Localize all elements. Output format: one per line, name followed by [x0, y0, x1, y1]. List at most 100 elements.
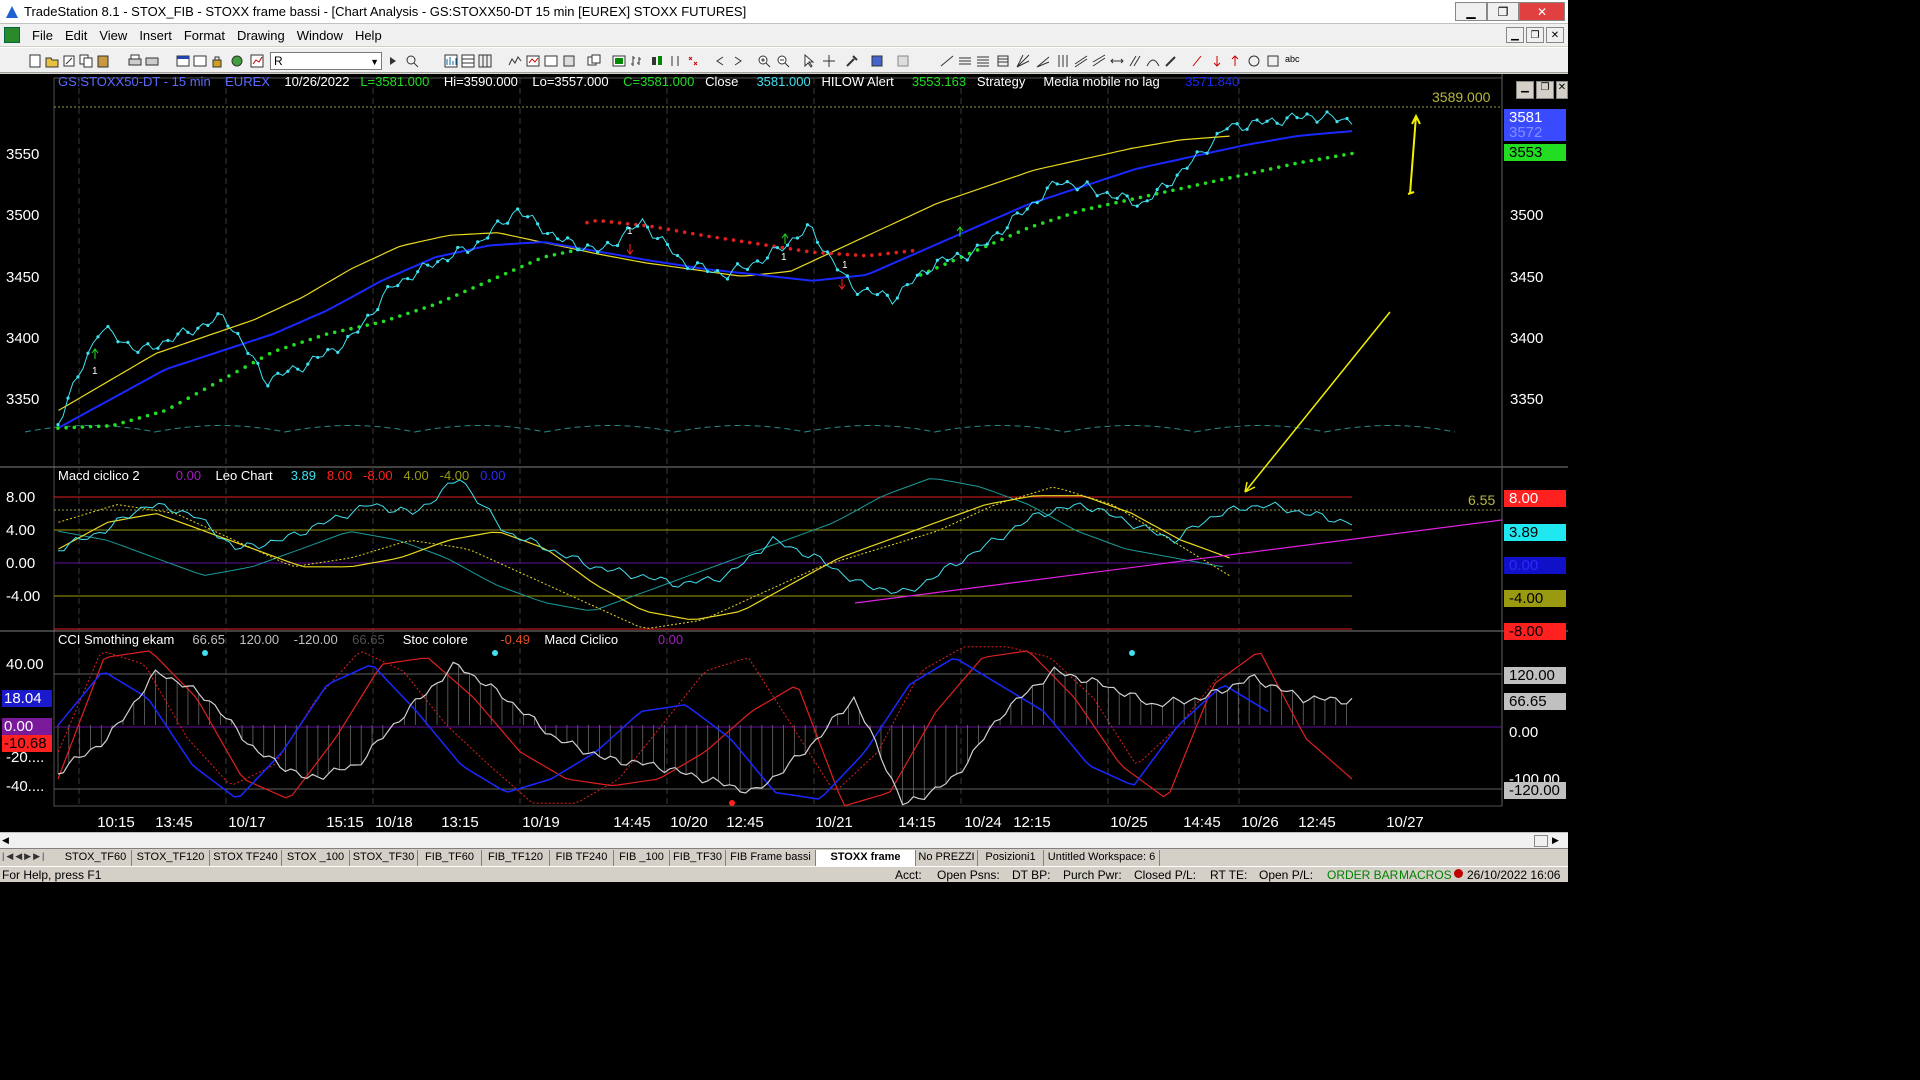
ohlc-icon[interactable]	[668, 54, 682, 68]
trendline-icon[interactable]	[940, 54, 954, 68]
fibonacci-icon[interactable]	[996, 54, 1010, 68]
menu-help[interactable]: Help	[349, 28, 388, 43]
workspace-tab[interactable]: STOX_TF120	[132, 850, 210, 866]
regression-channel-icon[interactable]	[1074, 54, 1088, 68]
workspace-tab[interactable]: Posizioni1	[978, 850, 1044, 866]
order-bar-button[interactable]: ORDER BAR	[1327, 868, 1398, 882]
workspace-tab[interactable]: STOXX frame bassi	[816, 850, 916, 878]
new-icon[interactable]	[28, 54, 42, 68]
pencil-icon[interactable]	[1164, 54, 1178, 68]
order-icon[interactable]	[896, 54, 910, 68]
menu-drawing[interactable]: Drawing	[231, 28, 291, 43]
insert-indicator-icon[interactable]	[526, 54, 540, 68]
menu-edit[interactable]: Edit	[59, 28, 93, 43]
format-icon[interactable]	[562, 54, 576, 68]
vertical-lines-icon[interactable]	[1056, 54, 1070, 68]
text-tool-icon[interactable]: abc	[1285, 54, 1305, 68]
macros-button[interactable]: MACROS	[1399, 868, 1452, 882]
annotation-arrow-up[interactable]	[1407, 113, 1421, 195]
lock-icon[interactable]	[210, 54, 224, 68]
scroll-left-arrow-icon[interactable]: ◀	[2, 835, 14, 847]
workspace-tab[interactable]: FIB_TF30	[670, 850, 726, 866]
restore-button[interactable]: ❐	[1487, 2, 1519, 21]
symbol-lookup-icon[interactable]	[405, 54, 419, 68]
mdi-minimize-button[interactable]: ▁	[1506, 27, 1524, 43]
tools-icon[interactable]	[845, 54, 859, 68]
scroll-right-icon[interactable]	[731, 54, 745, 68]
chart-close-button[interactable]: ✕	[1556, 81, 1568, 99]
matrix-icon[interactable]	[478, 54, 492, 68]
close-button[interactable]: ✕	[1519, 2, 1565, 21]
workspace-tab[interactable]: STOX_TF30	[350, 850, 418, 866]
mdi-restore-button[interactable]: ❐	[1526, 27, 1544, 43]
arrow-down-icon[interactable]	[1210, 54, 1224, 68]
horizontal-arrow-icon[interactable]	[1110, 54, 1124, 68]
menu-view[interactable]: View	[93, 28, 133, 43]
workspace-tab[interactable]: FIB_TF120	[482, 850, 550, 866]
play-icon[interactable]	[386, 54, 400, 68]
chart-minimize-button[interactable]: ▁	[1516, 81, 1534, 99]
trendline-magenta[interactable]	[854, 519, 1503, 604]
list-icon[interactable]	[976, 54, 990, 68]
data-window-icon[interactable]	[612, 54, 626, 68]
arc-icon[interactable]	[1146, 54, 1160, 68]
window-icon[interactable]	[176, 54, 190, 68]
zoom-in-icon[interactable]	[757, 54, 771, 68]
edit-icon[interactable]	[62, 54, 76, 68]
bar-chart-icon[interactable]	[630, 54, 644, 68]
chart-analysis[interactable]: 1 1 1 1 10:15 13:45 10/17 15:15 10/18 13…	[0, 74, 1568, 834]
save-workspace-icon[interactable]	[870, 54, 884, 68]
chart-restore-button[interactable]: ❐	[1536, 81, 1554, 99]
mdi-close-button[interactable]: ✕	[1546, 27, 1564, 43]
chevron-down-icon[interactable]: ▼	[370, 54, 379, 70]
minimize-button[interactable]: ▁	[1455, 2, 1487, 21]
workspace-tab[interactable]: Untitled Workspace: 6	[1044, 850, 1160, 866]
menu-window[interactable]: Window	[291, 28, 349, 43]
workspace-tab[interactable]: STOX TF240	[210, 850, 282, 866]
pointer-icon[interactable]	[802, 54, 816, 68]
horizontal-line-icon[interactable]	[958, 54, 972, 68]
workspace-tab[interactable]: FIB _100	[614, 850, 670, 866]
chart-icon[interactable]	[250, 54, 264, 68]
zoom-out-icon[interactable]	[776, 54, 790, 68]
menu-format[interactable]: Format	[178, 28, 231, 43]
workspace-tab[interactable]: FIB Frame bassi	[726, 850, 816, 866]
chart-canvas[interactable]: 1 1 1 1 10:15 13:45 10/17 15:15 10/18 13…	[0, 74, 1568, 834]
menu-insert[interactable]: Insert	[133, 28, 178, 43]
paste-icon[interactable]	[96, 54, 110, 68]
speed-lines-icon[interactable]	[1036, 54, 1050, 68]
insert-strategy-icon[interactable]	[544, 54, 558, 68]
globe-icon[interactable]	[230, 54, 244, 68]
parallel-lines-icon[interactable]	[1128, 54, 1142, 68]
radarscreen-icon[interactable]	[461, 54, 475, 68]
arrow-up-icon[interactable]	[1228, 54, 1242, 68]
print-icon[interactable]	[128, 54, 142, 68]
andrews-pitchfork-icon[interactable]	[1092, 54, 1106, 68]
workspace-tab[interactable]: No PREZZI	[916, 850, 978, 866]
open-icon[interactable]	[45, 54, 59, 68]
gann-fan-icon[interactable]	[1016, 54, 1030, 68]
window-list-icon[interactable]	[193, 54, 207, 68]
workspace-tab[interactable]: STOX_TF60	[60, 850, 132, 866]
line-chart-icon[interactable]	[508, 54, 522, 68]
chart-analysis-icon[interactable]	[444, 54, 458, 68]
scroll-right-arrow-icon[interactable]: ▶	[1552, 835, 1564, 847]
scroll-left-icon[interactable]	[713, 54, 727, 68]
annotation-arrow-down[interactable]	[1244, 311, 1391, 493]
line-red-icon[interactable]	[1190, 54, 1204, 68]
windows-icon[interactable]	[587, 54, 601, 68]
point-figure-icon[interactable]	[686, 54, 700, 68]
workspace-tab[interactable]: STOX _100	[282, 850, 350, 866]
tab-navigation-icon[interactable]: |◀◀▶▶|	[2, 851, 46, 862]
horizontal-scrollbar[interactable]: ◀ ▶	[0, 832, 1568, 848]
candlestick-icon[interactable]	[650, 54, 664, 68]
copy-icon[interactable]	[79, 54, 93, 68]
scroll-thumb[interactable]	[1534, 835, 1548, 847]
workspace-tab[interactable]: FIB TF240	[550, 850, 614, 866]
workspace-tab[interactable]: FIB_TF60	[418, 850, 482, 866]
rectangle-icon[interactable]	[1266, 54, 1280, 68]
ellipse-icon[interactable]	[1247, 54, 1261, 68]
print-preview-icon[interactable]	[145, 54, 159, 68]
symbol-input[interactable]: R ▼	[270, 52, 382, 70]
crosshair-icon[interactable]	[822, 54, 836, 68]
